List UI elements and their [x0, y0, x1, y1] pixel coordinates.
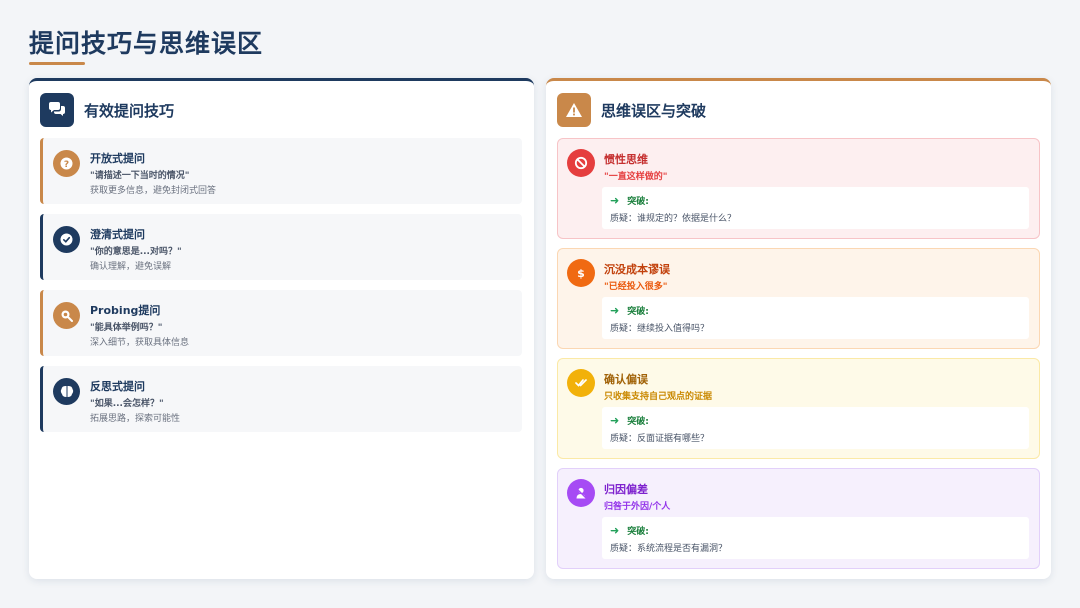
tip-quote: "你的意思是...对吗？"	[90, 247, 182, 257]
list-item: 反思式提问 "如果...会怎样？" 拓展思路，探索可能性	[40, 366, 522, 432]
breakthrough-text: 质疑：继续投入值得吗？	[610, 324, 710, 334]
breakthrough-box: ➜ 突破: 质疑：继续投入值得吗？	[602, 297, 1029, 339]
tip-description: 深入细节，获取具体信息	[90, 338, 190, 348]
warning-icon	[557, 93, 591, 127]
list-item: $ 沉没成本谬误 "已经投入很多" ➜ 突破: 质疑：继续投入值得吗？	[557, 248, 1040, 349]
arrow-right-icon: ➜	[610, 414, 620, 427]
tip-description: 拓展思路，探索可能性	[90, 414, 181, 424]
tip-title: Probing提问	[90, 304, 161, 317]
title-underline	[29, 62, 85, 65]
breakthrough-box: ➜ 突破: 质疑：反面证据有哪些？	[602, 407, 1029, 449]
list-item: 澄清式提问 "你的意思是...对吗？" 确认理解，避免误解	[40, 214, 522, 280]
svg-text:$: $	[577, 267, 585, 280]
breakthrough-box: ➜ 突破: 质疑：系统流程是否有漏洞？	[602, 517, 1029, 559]
tip-title: 开放式提问	[90, 152, 145, 165]
arrow-right-icon: ➜	[610, 524, 620, 537]
trap-quote: 归咎于外因/个人	[604, 502, 671, 512]
search-icon	[53, 302, 80, 329]
check-double-icon	[567, 369, 595, 397]
tip-title: 澄清式提问	[90, 228, 145, 241]
questioning-panel-title: 有效提问技巧	[84, 101, 175, 120]
breakthrough-text: 质疑：反面证据有哪些？	[610, 434, 710, 444]
tip-title: 反思式提问	[90, 380, 145, 393]
page-title: 提问技巧与思维误区	[29, 29, 264, 58]
tip-description: 确认理解，避免误解	[90, 262, 172, 272]
thinking-traps-panel: 思维误区与突破 惯性思维 "一直这样做的" ➜ 突破: 质疑：谁规定的？依据是什么…	[546, 78, 1051, 579]
list-item: Probing提问 "能具体举例吗？" 深入细节，获取具体信息	[40, 290, 522, 356]
breakthrough-label: 突破:	[627, 197, 649, 207]
trap-title: 沉没成本谬误	[604, 263, 670, 276]
tip-description: 获取更多信息，避免封闭式回答	[90, 186, 217, 196]
list-item: ? 开放式提问 "请描述一下当时的情况" 获取更多信息，避免封闭式回答	[40, 138, 522, 204]
chat-bubbles-icon	[40, 93, 74, 127]
list-item: 惯性思维 "一直这样做的" ➜ 突破: 质疑：谁规定的？依据是什么？	[557, 138, 1040, 239]
list-item: 确认偏误 只收集支持自己观点的证据 ➜ 突破: 质疑：反面证据有哪些？	[557, 358, 1040, 459]
dollar-icon: $	[567, 259, 595, 287]
trap-title: 归因偏差	[604, 483, 648, 496]
thinking-traps-panel-title: 思维误区与突破	[601, 101, 707, 120]
traps-list: 惯性思维 "一直这样做的" ➜ 突破: 质疑：谁规定的？依据是什么？ $ 沉没成本…	[557, 138, 1040, 578]
trap-quote: "一直这样做的"	[604, 172, 668, 182]
user-slash-icon	[567, 479, 595, 507]
list-item: 归因偏差 归咎于外因/个人 ➜ 突破: 质疑：系统流程是否有漏洞？	[557, 468, 1040, 569]
thinking-traps-panel-header: 思维误区与突破	[557, 93, 706, 127]
breakthrough-label: 突破:	[627, 527, 649, 537]
brain-icon	[53, 378, 80, 405]
breakthrough-label: 突破:	[627, 417, 649, 427]
breakthrough-text: 质疑：系统流程是否有漏洞？	[610, 544, 728, 554]
breakthrough-label: 突破:	[627, 307, 649, 317]
tip-quote: "请描述一下当时的情况"	[90, 171, 190, 181]
trap-quote: 只收集支持自己观点的证据	[604, 392, 713, 402]
breakthrough-box: ➜ 突破: 质疑：谁规定的？依据是什么？	[602, 187, 1029, 229]
check-icon	[53, 226, 80, 253]
trap-title: 惯性思维	[604, 153, 648, 166]
trap-quote: "已经投入很多"	[604, 282, 668, 292]
arrow-right-icon: ➜	[610, 194, 620, 207]
question-icon: ?	[53, 150, 80, 177]
questioning-panel-header: 有效提问技巧	[40, 93, 174, 127]
breakthrough-text: 质疑：谁规定的？依据是什么？	[610, 214, 737, 224]
tip-quote: "能具体举例吗？"	[90, 323, 163, 333]
ban-icon	[567, 149, 595, 177]
arrow-right-icon: ➜	[610, 304, 620, 317]
tip-quote: "如果...会怎样？"	[90, 399, 164, 409]
trap-title: 确认偏误	[604, 373, 648, 386]
questioning-panel: 有效提问技巧 ? 开放式提问 "请描述一下当时的情况" 获取更多信息，避免封闭式…	[29, 78, 534, 579]
svg-text:?: ?	[64, 160, 69, 170]
tips-list: ? 开放式提问 "请描述一下当时的情况" 获取更多信息，避免封闭式回答 澄清式提…	[40, 138, 522, 442]
